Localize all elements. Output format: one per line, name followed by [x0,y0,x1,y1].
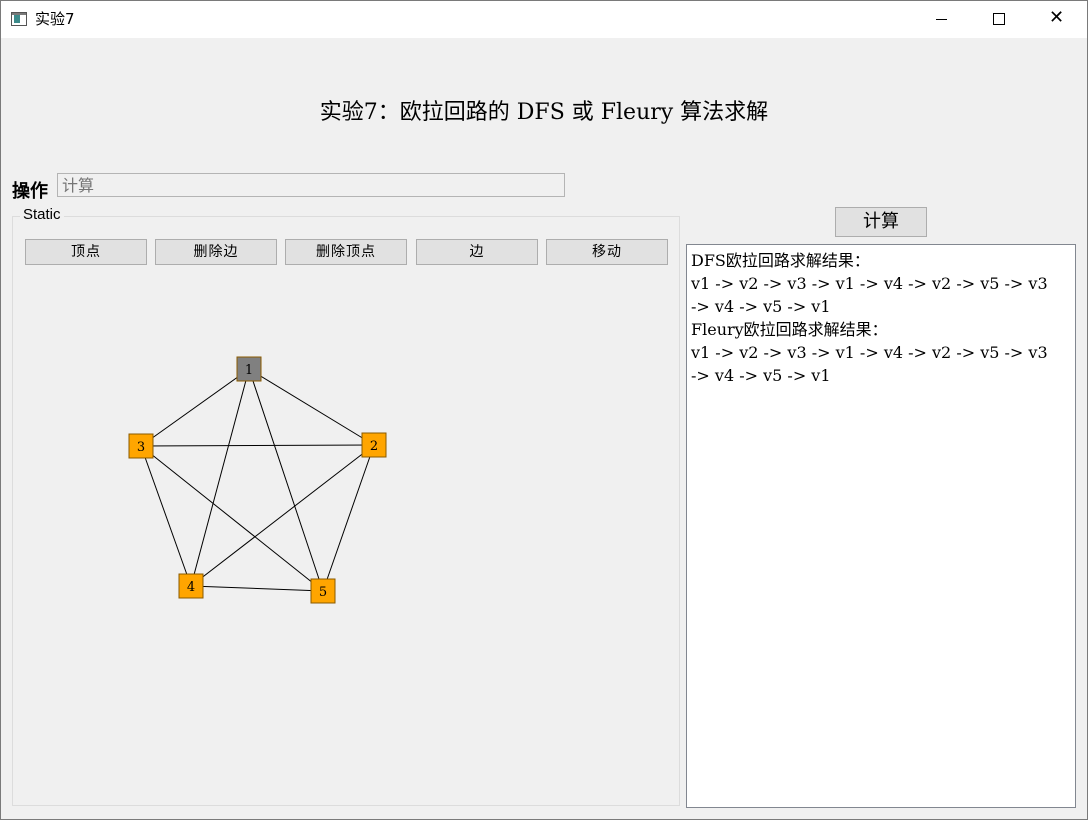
output-line: v1 -> v2 -> v3 -> v1 -> v4 -> v2 -> v5 -… [691,274,1048,293]
vertex-label: 5 [319,585,327,600]
output-line: DFS欧拉回路求解结果： [691,251,870,270]
output-line: -> v4 -> v5 -> v1 [691,297,831,316]
graph-edge[interactable] [140,445,324,592]
vertex-label: 4 [187,580,195,595]
graph-vertex-4[interactable]: 4 [178,573,204,599]
graph-edge[interactable] [140,445,192,587]
graph-edge[interactable] [322,444,375,592]
vertex-label: 3 [137,440,145,455]
output-line: v1 -> v2 -> v3 -> v1 -> v4 -> v2 -> v5 -… [691,343,1048,362]
vertex-label: 2 [370,439,378,454]
graph-vertex-2[interactable]: 2 [361,432,387,458]
graph-vertex-3[interactable]: 3 [128,433,154,459]
graph-edge[interactable] [140,368,250,447]
close-icon: ✕ [1049,7,1065,28]
graph-vertex-1[interactable]: 1 [236,356,262,382]
minimize-button[interactable] [911,1,971,38]
graph-vertex-5[interactable]: 5 [310,578,336,604]
graph-edge[interactable] [248,368,324,592]
result-output[interactable]: DFS欧拉回路求解结果： v1 -> v2 -> v3 -> v1 -> v4 … [686,244,1076,808]
close-button[interactable]: ✕ [1027,1,1087,38]
maximize-icon [993,13,1005,25]
graph-edge[interactable] [248,368,375,446]
graph-edge[interactable] [140,444,375,447]
graph-edge[interactable] [190,585,324,592]
output-line: -> v4 -> v5 -> v1 [691,366,831,385]
vertex-label: 1 [245,363,253,378]
output-line: Fleury欧拉回路求解结果： [691,320,888,339]
minimize-icon [936,19,947,20]
calculate-button[interactable]: 计算 [835,207,927,237]
maximize-button[interactable] [969,1,1029,38]
graph-edge[interactable] [190,444,375,587]
graph-edge[interactable] [190,368,250,587]
graph-canvas[interactable]: 1 2 3 4 5 [0,0,700,810]
